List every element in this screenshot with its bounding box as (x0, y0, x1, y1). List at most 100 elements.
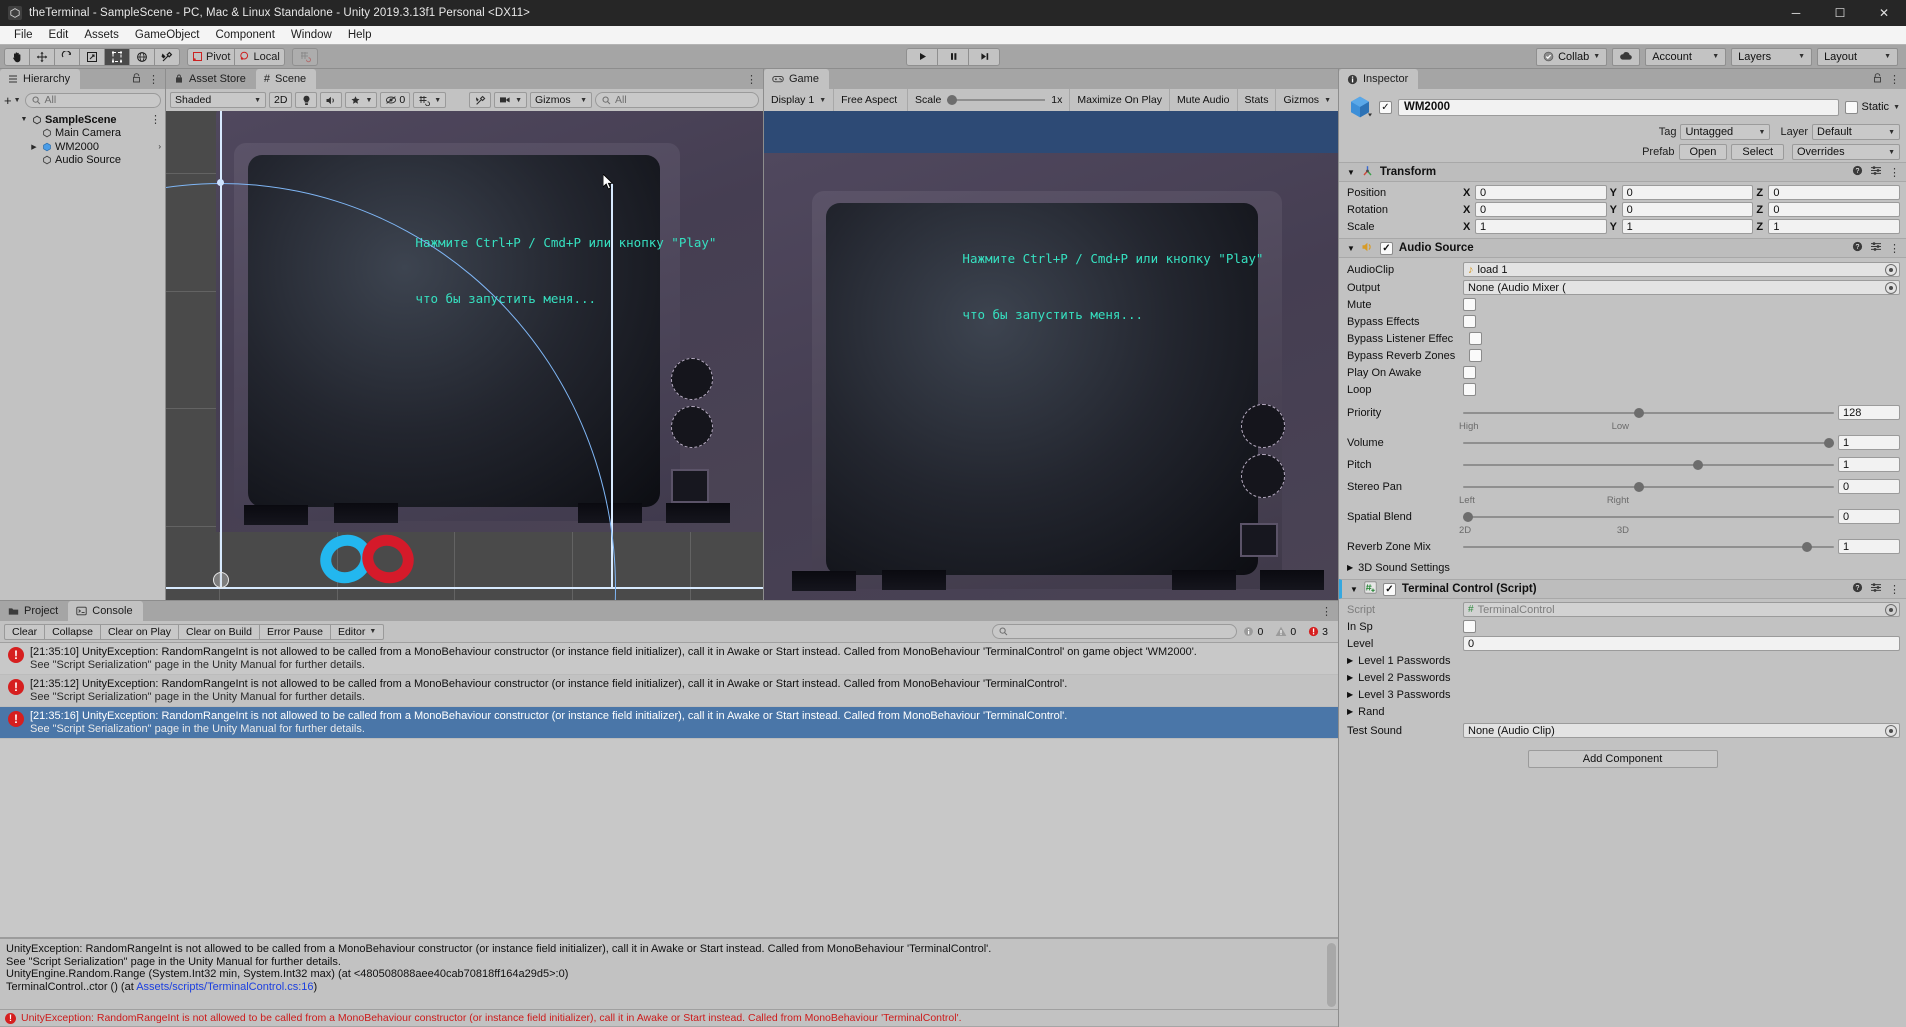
scene-viewport[interactable]: Нажмите Ctrl+P / Cmd+P или кнопку "Play"… (166, 111, 763, 600)
gizmo-top-handle[interactable] (217, 179, 224, 186)
play-on-awake-checkbox[interactable] (1463, 366, 1476, 379)
scale-z-input[interactable]: 1 (1768, 219, 1901, 234)
status-bar[interactable]: ! UnityException: RandomRangeInt is not … (0, 1009, 1338, 1026)
rotation-y-input[interactable]: 0 (1621, 202, 1754, 217)
layer-dropdown[interactable]: Default ▼ (1812, 124, 1900, 140)
tab-asset-store[interactable]: Asset Store (166, 69, 256, 89)
menu-item-window[interactable]: Window (283, 26, 340, 45)
object-picker-icon[interactable] (1885, 603, 1897, 616)
position-y-input[interactable]: 0 (1621, 185, 1754, 200)
prefab-open-button[interactable]: Open (1678, 144, 1728, 160)
maximize-on-play-toggle[interactable]: Maximize On Play (1070, 89, 1170, 111)
prefab-chevron-icon[interactable]: › (158, 142, 161, 151)
editor-dropdown[interactable]: Editor ▼ (329, 623, 385, 640)
scene-fx-dropdown[interactable]: ▼ (345, 92, 378, 108)
twisty-icon[interactable]: ▶ (1347, 690, 1353, 699)
scene-2d-toggle[interactable]: 2D (269, 92, 293, 108)
object-picker-icon[interactable] (1885, 281, 1897, 294)
terminal-control-enabled-checkbox[interactable]: ✓ (1382, 582, 1396, 596)
scale-slider-group[interactable]: Scale 1x (908, 89, 1071, 111)
play-button[interactable] (906, 47, 938, 66)
scene-grid-dropdown[interactable]: ▼ (413, 92, 447, 108)
preset-icon[interactable] (1870, 241, 1882, 255)
step-button[interactable] (968, 47, 1000, 66)
bypass-reverb-checkbox[interactable] (1469, 349, 1482, 362)
spatial-blend-input[interactable]: 0 (1838, 509, 1900, 524)
preset-icon[interactable] (1870, 582, 1882, 596)
help-icon[interactable]: ? (1852, 165, 1863, 179)
menu-item-help[interactable]: Help (340, 26, 380, 45)
mute-audio-toggle[interactable]: Mute Audio (1170, 89, 1238, 111)
scale-x-input[interactable]: 1 (1475, 219, 1607, 234)
maximize-button[interactable]: ☐ (1818, 0, 1862, 26)
display-dropdown[interactable]: Display 1 ▼ (764, 89, 835, 111)
lock-icon[interactable] (1873, 72, 1882, 86)
help-icon[interactable]: ? (1852, 582, 1863, 596)
stats-toggle[interactable]: Stats (1238, 89, 1277, 111)
static-checkbox[interactable] (1844, 100, 1858, 114)
static-toggle[interactable]: Static ▼ (1844, 100, 1900, 114)
custom-tool-icon[interactable] (154, 47, 180, 66)
twisty-icon[interactable]: ▶ (1347, 656, 1353, 665)
twisty-icon[interactable]: ▼ (1347, 244, 1355, 253)
stereo-pan-slider[interactable] (1463, 479, 1834, 494)
hierarchy-tree[interactable]: ▼ SampleScene ⋮ Main Camera ▶ WM2000 › A… (0, 111, 165, 600)
warning-count[interactable]: 0 (1269, 624, 1302, 640)
scene-menu-icon[interactable]: ⋮ (746, 73, 757, 86)
object-picker-icon[interactable] (1885, 724, 1897, 737)
shading-mode-dropdown[interactable]: Shaded ▼ (170, 92, 266, 108)
menu-item-file[interactable]: File (6, 26, 41, 45)
menu-item-assets[interactable]: Assets (76, 26, 127, 45)
console-entry[interactable]: ! [21:35:12] UnityException: RandomRange… (0, 675, 1338, 707)
component-menu-icon[interactable]: ⋮ (1889, 242, 1900, 255)
console-entry[interactable]: ! [21:35:10] UnityException: RandomRange… (0, 643, 1338, 675)
reverb-mix-slider[interactable] (1463, 539, 1834, 554)
hierarchy-item-main-camera[interactable]: Main Camera (0, 127, 165, 141)
clear-button[interactable]: Clear (4, 623, 46, 640)
tab-inspector[interactable]: Inspector (1339, 69, 1419, 89)
level-input[interactable]: 0 (1463, 636, 1900, 651)
help-icon[interactable]: ? (1852, 241, 1863, 255)
script-link[interactable]: Assets/scripts/TerminalControl.cs:16 (136, 981, 313, 993)
volume-input[interactable]: 1 (1838, 435, 1900, 450)
console-detail-panel[interactable]: UnityException: RandomRangeInt is not al… (0, 937, 1338, 1009)
tab-project[interactable]: Project (0, 601, 69, 621)
scene-hidden-objects[interactable]: 0 (380, 92, 411, 108)
add-component-button[interactable]: Add Component (1527, 750, 1718, 768)
twisty-icon[interactable]: ▶ (1347, 563, 1353, 572)
prefab-select-button[interactable]: Select (1731, 144, 1784, 160)
move-tool-icon[interactable] (29, 47, 55, 66)
audioclip-object-field[interactable]: ♪ load 1 (1463, 262, 1900, 277)
mute-checkbox[interactable] (1463, 298, 1476, 311)
transform-component-header[interactable]: ▼ Transform ? ⋮ (1339, 162, 1906, 182)
rotate-tool-icon[interactable] (54, 47, 80, 66)
tab-console[interactable]: Console (68, 601, 143, 621)
hierarchy-item-samplescene[interactable]: ▼ SampleScene ⋮ (0, 113, 165, 127)
output-object-field[interactable]: None (Audio Mixer ( (1463, 280, 1900, 295)
rotation-x-input[interactable]: 0 (1475, 202, 1607, 217)
audio-source-enabled-checkbox[interactable]: ✓ (1379, 241, 1393, 255)
terminal-control-component-header[interactable]: ▼ ✓ Terminal Control (Script) ? ⋮ (1339, 579, 1906, 599)
twisty-icon[interactable]: ▼ (1347, 168, 1355, 177)
rect-tool-icon[interactable] (104, 47, 130, 66)
game-viewport[interactable]: Нажмите Ctrl+P / Cmd+P или кнопку "Play"… (764, 111, 1338, 600)
cloud-button[interactable] (1612, 47, 1641, 66)
menu-item-edit[interactable]: Edit (41, 26, 77, 45)
pitch-slider[interactable] (1463, 457, 1834, 472)
tab-scene[interactable]: # Scene (255, 69, 317, 89)
twisty-icon[interactable]: ▶ (1347, 673, 1353, 682)
layers-button[interactable]: Layers ▼ (1731, 47, 1813, 66)
in-sp-checkbox[interactable] (1463, 620, 1476, 633)
tab-game[interactable]: Game (764, 69, 829, 89)
minimize-button[interactable]: ─ (1774, 0, 1818, 26)
hierarchy-menu-icon[interactable]: ⋮ (148, 73, 159, 86)
transform-tool-icon[interactable] (129, 47, 155, 66)
console-entry-selected[interactable]: ! [21:35:16] UnityException: RandomRange… (0, 707, 1338, 739)
gameobject-enabled-checkbox[interactable]: ✓ (1379, 100, 1392, 114)
scene-tools-button[interactable] (469, 92, 492, 108)
component-menu-icon[interactable]: ⋮ (1889, 583, 1900, 596)
create-button[interactable]: + ▼ (4, 93, 21, 108)
priority-slider[interactable] (1463, 405, 1834, 420)
inspector-menu-icon[interactable]: ⋮ (1889, 73, 1900, 86)
account-button[interactable]: Account ▼ (1645, 47, 1727, 66)
